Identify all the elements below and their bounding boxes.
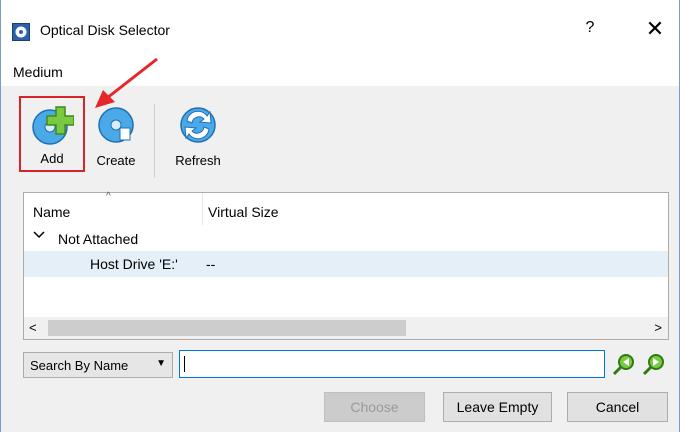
column-virtual-size[interactable]: Virtual Size [208, 204, 279, 220]
title-bar: Optical Disk Selector ? ✕ [1, 0, 679, 56]
list-header: Name ^ Virtual Size [24, 191, 668, 225]
help-button[interactable]: ? [579, 19, 601, 43]
sort-indicator-icon: ^ [106, 191, 111, 202]
medium-list[interactable]: Name ^ Virtual Size Not Attached Host Dr… [23, 191, 669, 340]
search-mode-value: Search By Name [30, 358, 129, 373]
toolbar-separator [154, 104, 155, 178]
menu-medium[interactable]: Medium [13, 64, 63, 80]
refresh-label: Refresh [175, 153, 221, 168]
column-divider[interactable] [202, 193, 203, 225]
horizontal-scrollbar[interactable]: < > [24, 317, 668, 339]
leave-empty-button[interactable]: Leave Empty [443, 392, 552, 422]
item-virtual-size: -- [206, 256, 216, 272]
list-item[interactable]: Host Drive 'E:' -- [24, 251, 668, 277]
text-caret [184, 356, 185, 372]
scroll-right-icon[interactable]: > [654, 320, 662, 335]
search-previous-icon[interactable] [611, 351, 637, 377]
add-button[interactable]: Add [19, 96, 85, 172]
search-next-icon[interactable] [641, 351, 667, 377]
close-button[interactable]: ✕ [643, 17, 667, 43]
create-label: Create [96, 153, 136, 168]
add-label: Add [40, 151, 64, 166]
refresh-icon [180, 107, 216, 143]
column-name[interactable]: Name [33, 204, 70, 220]
annotation-arrow-icon [95, 57, 158, 108]
window-title: Optical Disk Selector [40, 22, 170, 38]
dropdown-arrow-icon: ▼ [156, 358, 166, 369]
optical-disk-selector-dialog: Optical Disk Selector ? ✕ Medium Add Cre… [0, 0, 680, 432]
scroll-thumb[interactable] [48, 320, 406, 336]
scroll-left-icon[interactable]: < [29, 320, 37, 335]
virtualbox-icon [12, 23, 30, 41]
choose-button[interactable]: Choose [324, 392, 425, 422]
group-row-not-attached[interactable]: Not Attached [24, 227, 668, 251]
refresh-button[interactable]: Refresh [163, 96, 233, 172]
search-mode-select[interactable]: Search By Name ▼ [23, 352, 173, 378]
expand-chevron-icon[interactable] [33, 229, 45, 243]
search-input[interactable] [179, 350, 605, 378]
add-disk-icon [32, 106, 74, 145]
group-label: Not Attached [58, 231, 139, 247]
item-name: Host Drive 'E:' [90, 256, 178, 272]
cancel-button[interactable]: Cancel [567, 392, 668, 422]
